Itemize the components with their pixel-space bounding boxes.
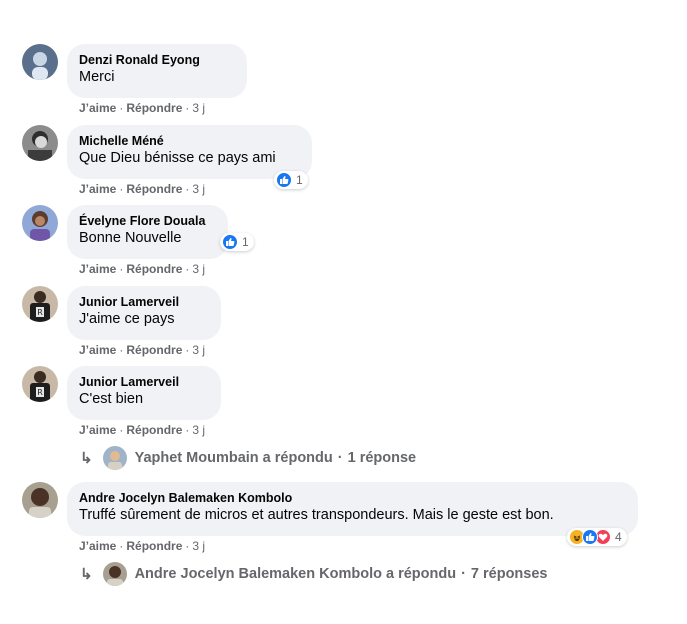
like-link[interactable]: J’aime — [79, 343, 116, 357]
comment-bubble: Junior Lamerveil J'aime ce pays — [67, 286, 221, 340]
svg-text:R: R — [37, 308, 43, 317]
comment-actions: J’aime · Répondre · 3 j — [79, 343, 205, 357]
comment-timestamp[interactable]: 3 j — [192, 182, 205, 196]
like-link[interactable]: J’aime — [79, 182, 116, 196]
separator: · — [185, 182, 190, 196]
avatar[interactable]: R — [22, 286, 58, 322]
avatar[interactable]: R — [22, 366, 58, 402]
comment-author[interactable]: Denzi Ronald Eyong — [79, 52, 235, 68]
comment-text: J'aime ce pays — [79, 311, 175, 327]
like-reaction-icon — [222, 234, 238, 250]
comment-timestamp[interactable]: 3 j — [192, 101, 205, 115]
separator: · — [119, 101, 124, 115]
comment-bubble: Michelle Méné Que Dieu bénisse ce pays a… — [67, 125, 312, 179]
like-link[interactable]: J’aime — [79, 423, 116, 437]
like-reaction-icon — [276, 172, 292, 188]
reaction-count: 1 — [296, 173, 303, 187]
avatar[interactable] — [22, 44, 58, 80]
reaction-summary[interactable]: 4 — [567, 528, 627, 546]
reply-link[interactable]: Répondre — [126, 343, 182, 357]
comment-author[interactable]: Andre Jocelyn Balemaken Kombolo — [79, 490, 626, 506]
separator: · — [119, 182, 124, 196]
separator: · — [185, 262, 190, 276]
comment-actions: J’aime · Répondre · 3 j — [79, 182, 205, 196]
view-replies-link[interactable]: ↳ Andre Jocelyn Balemaken Kombolo a répo… — [80, 562, 548, 586]
comment-text: C'est bien — [79, 391, 144, 407]
svg-text:R: R — [37, 388, 43, 397]
avatar[interactable] — [22, 125, 58, 161]
separator: · — [119, 539, 124, 553]
comment-text: Bonne Nouvelle — [79, 230, 182, 246]
like-link[interactable]: J’aime — [79, 101, 116, 115]
reaction-summary[interactable]: 1 — [220, 233, 254, 251]
reply-link[interactable]: Répondre — [126, 182, 182, 196]
view-replies-link[interactable]: ↳ Yaphet Moumbain a répondu · 1 réponse — [80, 446, 416, 470]
like-link[interactable]: J’aime — [79, 262, 116, 276]
comment-bubble: Évelyne Flore Douala Bonne Nouvelle — [67, 205, 228, 259]
separator: · — [185, 343, 190, 357]
replies-count: 7 réponses — [470, 566, 548, 582]
comment-author[interactable]: Évelyne Flore Douala — [79, 213, 216, 229]
reply-arrow-icon: ↳ — [80, 566, 93, 583]
like-reaction-icon — [582, 529, 598, 545]
replies-author: Yaphet Moumbain a répondu — [134, 450, 333, 466]
reply-arrow-icon: ↳ — [80, 450, 93, 467]
comment-timestamp[interactable]: 3 j — [192, 262, 205, 276]
separator: · — [185, 101, 190, 115]
reaction-count: 1 — [242, 235, 249, 249]
comment-text: Merci — [79, 69, 115, 85]
comment-actions: J’aime · Répondre · 3 j — [79, 101, 205, 115]
separator: · — [461, 566, 466, 582]
comment-actions: J’aime · Répondre · 3 j — [79, 423, 205, 437]
reply-link[interactable]: Répondre — [126, 539, 182, 553]
avatar[interactable] — [22, 205, 58, 241]
avatar[interactable] — [22, 482, 58, 518]
comment-actions: J’aime · Répondre · 3 j — [79, 539, 205, 553]
replies-count: 1 réponse — [347, 450, 417, 466]
comment-timestamp[interactable]: 3 j — [192, 539, 205, 553]
reply-link[interactable]: Répondre — [126, 423, 182, 437]
reply-link[interactable]: Répondre — [126, 262, 182, 276]
comment-bubble: Andre Jocelyn Balemaken Kombolo Truffé s… — [67, 482, 638, 536]
reaction-count: 4 — [615, 530, 622, 544]
avatar — [102, 446, 127, 470]
comment-timestamp[interactable]: 3 j — [192, 423, 205, 437]
comment-text: Que Dieu bénisse ce pays ami — [79, 150, 276, 166]
comment-author[interactable]: Michelle Méné — [79, 133, 300, 149]
separator: · — [185, 423, 190, 437]
comment-author[interactable]: Junior Lamerveil — [79, 374, 209, 390]
separator: · — [185, 539, 190, 553]
comment-timestamp[interactable]: 3 j — [192, 343, 205, 357]
comment-bubble: Junior Lamerveil C'est bien — [67, 366, 221, 420]
comment-bubble: Denzi Ronald Eyong Merci — [67, 44, 247, 98]
comment-author[interactable]: Junior Lamerveil — [79, 294, 209, 310]
separator: · — [337, 450, 343, 466]
comment-actions: J’aime · Répondre · 3 j — [79, 262, 205, 276]
separator: · — [119, 262, 124, 276]
reaction-summary[interactable]: 1 — [274, 171, 308, 189]
comment-text: Truffé sûrement de micros et autres tran… — [79, 507, 554, 523]
reply-link[interactable]: Répondre — [126, 101, 182, 115]
separator: · — [119, 423, 124, 437]
avatar — [102, 562, 127, 586]
separator: · — [119, 343, 124, 357]
replies-author: Andre Jocelyn Balemaken Kombolo a répond… — [134, 566, 457, 582]
like-link[interactable]: J’aime — [79, 539, 116, 553]
